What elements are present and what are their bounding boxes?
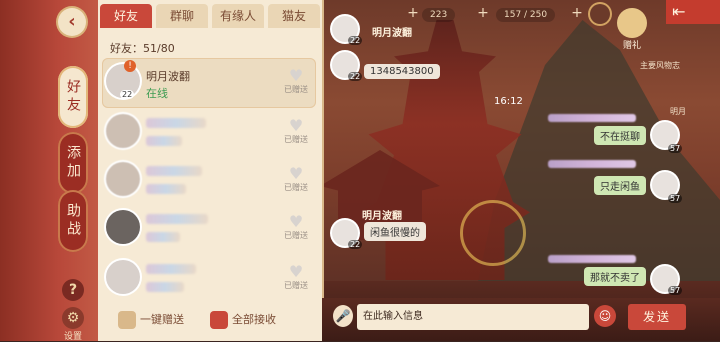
resource-counter-2: 157 / 250 [496, 8, 556, 22]
microphone-icon[interactable]: 🎤 [333, 305, 353, 327]
receive-all-label: 全部接收 [232, 313, 276, 326]
send-all-label: 一键赠送 [140, 313, 184, 326]
side-name: 明月 [670, 107, 686, 116]
currency-icon [590, 4, 610, 24]
friend-tabs: 好友 群聊 有缘人 猫友 [98, 4, 322, 30]
gift-button[interactable]: ♥ 已赠送 [282, 166, 310, 193]
gift-button[interactable]: ♥ 已赠送 [282, 118, 310, 145]
heart-icon: ♥ [288, 116, 304, 135]
exit-icon: ⇤ [672, 2, 686, 21]
blurred-status [146, 184, 186, 194]
emoji-icon[interactable]: ☺ [594, 305, 616, 327]
plus-icon[interactable]: + [406, 6, 420, 20]
blurred-name [548, 114, 636, 122]
side-name: 主要风物志 [640, 61, 680, 70]
side-tab-assist[interactable]: 助战 [58, 190, 88, 252]
blurred-name [146, 118, 206, 128]
self-level: 57 [668, 144, 683, 153]
side-tab-friends[interactable]: 好友 [58, 66, 88, 128]
settings-button[interactable]: ⚙ 设置 [60, 307, 86, 342]
message-bubble-left: 闲鱼很慢的 [364, 222, 426, 241]
panel-bottom-bar: 一键赠送 全部接收 [98, 307, 322, 335]
friend-status: 在线 [146, 87, 168, 100]
avatar [106, 210, 140, 244]
heart-icon: ♥ [288, 66, 304, 85]
avatar [106, 162, 140, 196]
avatar [106, 114, 140, 148]
blurred-name [146, 166, 202, 176]
friend-row[interactable]: ♥ 已赠送 [102, 108, 316, 158]
gift-button[interactable]: ♥ 已赠送 [282, 68, 310, 95]
chat-partner-name: 明月波翻 [362, 211, 402, 222]
tab-group-chat[interactable]: 群聊 [156, 4, 208, 28]
gift-bag-icon [617, 8, 647, 38]
friend-row[interactable]: ♥ 已赠送 [102, 254, 316, 304]
blurred-name [548, 255, 636, 263]
blurred-status [146, 282, 184, 292]
partner-level: 22 [348, 240, 363, 249]
send-all-button[interactable]: 一键赠送 [118, 307, 184, 333]
avatar [106, 260, 140, 294]
partner-level: 22 [348, 36, 363, 45]
tab-friends[interactable]: 好友 [100, 4, 152, 28]
send-gift-icon [118, 311, 136, 329]
friend-panel: 好友 群聊 有缘人 猫友 好友：51/80 ! 22 明月波翻 在线 ♥ 已赠送… [98, 0, 324, 341]
friend-name: 明月波翻 [146, 70, 190, 83]
plus-icon[interactable]: + [476, 6, 490, 20]
gear-icon: ⚙ [62, 307, 84, 329]
gift-status: 已赠送 [284, 85, 308, 94]
gift-status: 已赠送 [284, 231, 308, 240]
gift-status: 已赠送 [284, 281, 308, 290]
blurred-status [146, 232, 180, 242]
heart-icon: ♥ [288, 212, 304, 231]
message-bubble-right: 只走闲鱼 [594, 176, 646, 195]
receive-all-button[interactable]: 全部接收 [210, 307, 276, 333]
message-bubble-right: 不在挺聊 [594, 126, 646, 145]
heart-icon: ♥ [288, 164, 304, 183]
gift-button[interactable]: ♥ 已赠送 [282, 214, 310, 241]
settings-label: 设置 [63, 332, 82, 342]
friend-row[interactable]: ♥ 已赠送 [102, 204, 316, 254]
self-level: 57 [668, 286, 683, 295]
send-button[interactable]: 发送 [628, 304, 686, 330]
tab-destined[interactable]: 有缘人 [212, 4, 264, 28]
self-level: 57 [668, 194, 683, 203]
gift-button-large[interactable]: 赠礼 [612, 8, 652, 54]
message-time: 16:12 [494, 96, 523, 107]
close-corner[interactable]: ⇤ [666, 0, 720, 24]
receive-gift-icon [210, 311, 228, 329]
level-badge: 22 [120, 90, 135, 99]
friend-row[interactable]: ♥ 已赠送 [102, 156, 316, 206]
message-bubble-right: 那就不卖了 [584, 267, 646, 286]
notification-badge: ! [124, 60, 136, 72]
side-tab-add[interactable]: 添加 [58, 132, 88, 194]
gift-status: 已赠送 [284, 135, 308, 144]
message-input[interactable]: 在此输入信息 [357, 304, 589, 330]
partner-level: 22 [348, 72, 363, 81]
help-icon[interactable]: ? [62, 279, 84, 301]
blurred-name [146, 264, 196, 274]
friend-count: 好友：51/80 [110, 42, 175, 55]
message-bubble-left: 1348543800 [364, 64, 440, 79]
chat-partner-name: 明月波翻 [372, 28, 412, 39]
blurred-name [548, 160, 636, 168]
friend-row[interactable]: ! 22 明月波翻 在线 ♥ 已赠送 [102, 58, 316, 108]
plus-icon[interactable]: + [570, 6, 584, 20]
heart-icon: ♥ [288, 262, 304, 281]
glow-ring [460, 200, 526, 266]
blurred-name [146, 214, 208, 224]
gift-label: 赠礼 [622, 41, 641, 51]
tab-cat-friends[interactable]: 猫友 [268, 4, 320, 28]
resource-counter-1: 223 [422, 8, 456, 22]
blurred-status [146, 136, 182, 146]
back-icon[interactable]: ‹ [58, 8, 86, 36]
gift-button[interactable]: ♥ 已赠送 [282, 264, 310, 291]
gift-status: 已赠送 [284, 183, 308, 192]
